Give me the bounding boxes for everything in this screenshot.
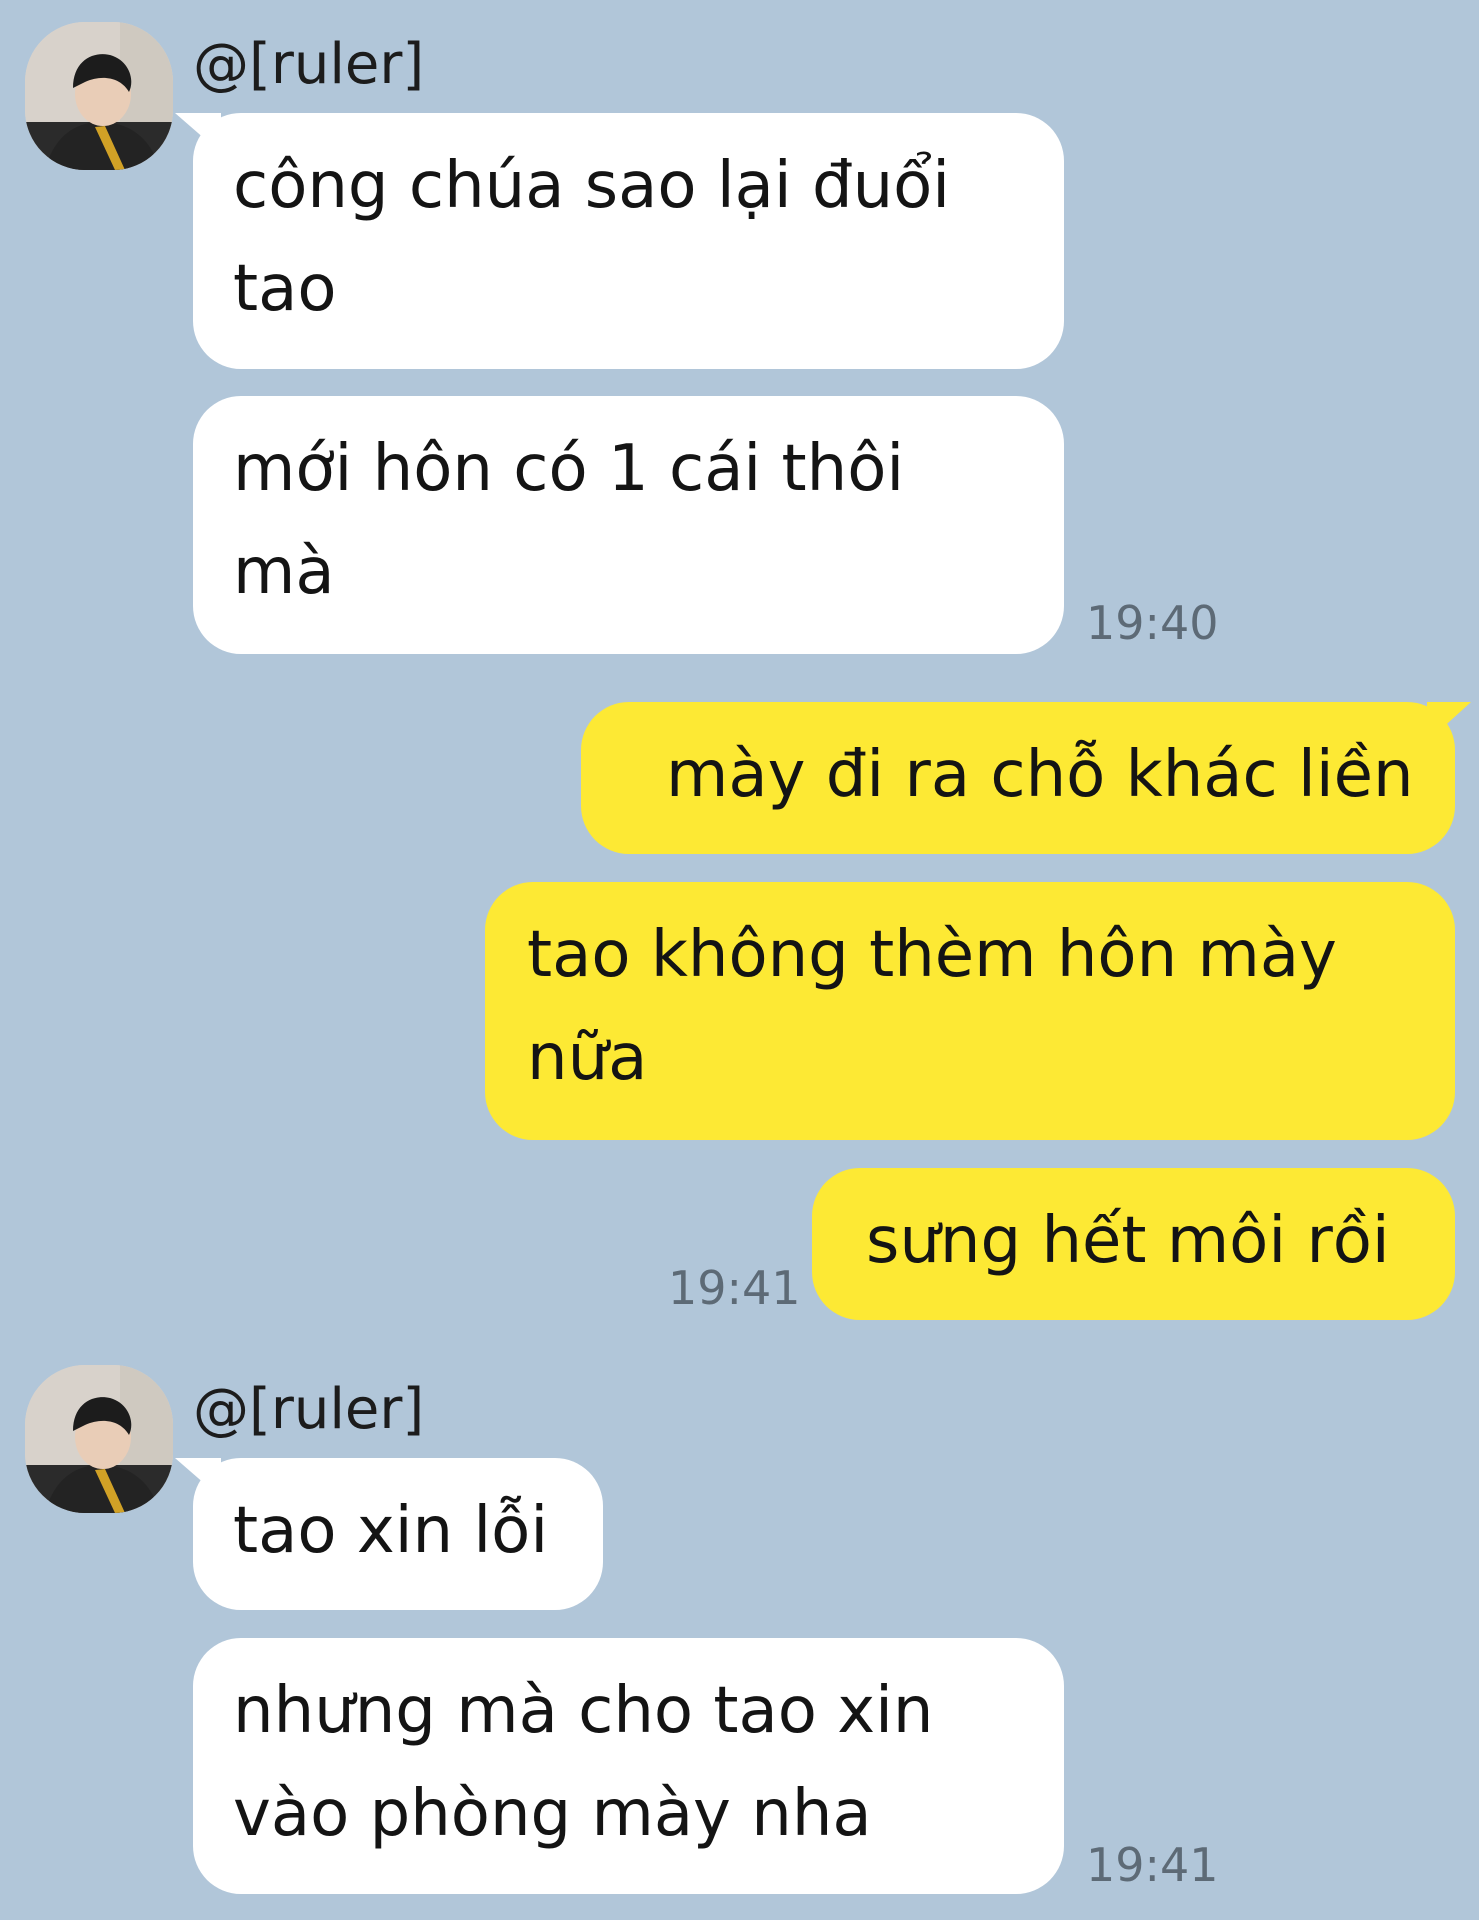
message-timestamp: 19:41 bbox=[668, 1261, 801, 1315]
message-bubble[interactable]: mới hôn có 1 cái thôi mà bbox=[193, 396, 1064, 654]
user-avatar-photo-icon bbox=[25, 1365, 173, 1513]
message-bubble[interactable]: nhưng mà cho tao xin vào phòng mày nha bbox=[193, 1638, 1064, 1894]
message-timestamp: 19:41 bbox=[1086, 1838, 1219, 1892]
bubble-tail bbox=[175, 113, 221, 153]
bubble-tail bbox=[175, 1458, 221, 1498]
message-text: mới hôn có 1 cái thôi bbox=[233, 432, 905, 506]
message-bubble[interactable]: mày đi ra chỗ khác liền bbox=[581, 702, 1471, 854]
bubble-tail bbox=[1427, 702, 1471, 742]
message-text: mà bbox=[233, 535, 335, 609]
message-bubble[interactable]: tao xin lỗi bbox=[175, 1458, 603, 1610]
message-text: nữa bbox=[527, 1021, 648, 1095]
avatar[interactable] bbox=[25, 22, 173, 170]
message-text: vào phòng mày nha bbox=[233, 1777, 872, 1851]
message-text: công chúa sao lại đuổi bbox=[233, 149, 951, 223]
message-text: tao xin lỗi bbox=[233, 1494, 549, 1568]
message-bubble[interactable]: tao không thèm hôn mày nữa bbox=[485, 882, 1455, 1140]
message-bubble[interactable]: sưng hết môi rồi bbox=[812, 1168, 1455, 1320]
user-avatar-photo-icon bbox=[25, 22, 173, 170]
message-timestamp: 19:40 bbox=[1086, 596, 1219, 650]
sender-name: @[ruler] bbox=[193, 32, 425, 97]
sender-name: @[ruler] bbox=[193, 1377, 425, 1442]
message-text: sưng hết môi rồi bbox=[866, 1204, 1390, 1278]
message-text: tao bbox=[233, 252, 337, 326]
message-text: mày đi ra chỗ khác liền bbox=[666, 738, 1414, 812]
message-text: tao không thèm hôn mày bbox=[527, 918, 1337, 992]
message-bubble[interactable]: công chúa sao lại đuổi tao bbox=[175, 113, 1064, 369]
message-text: nhưng mà cho tao xin bbox=[233, 1674, 934, 1748]
avatar[interactable] bbox=[25, 1365, 173, 1513]
